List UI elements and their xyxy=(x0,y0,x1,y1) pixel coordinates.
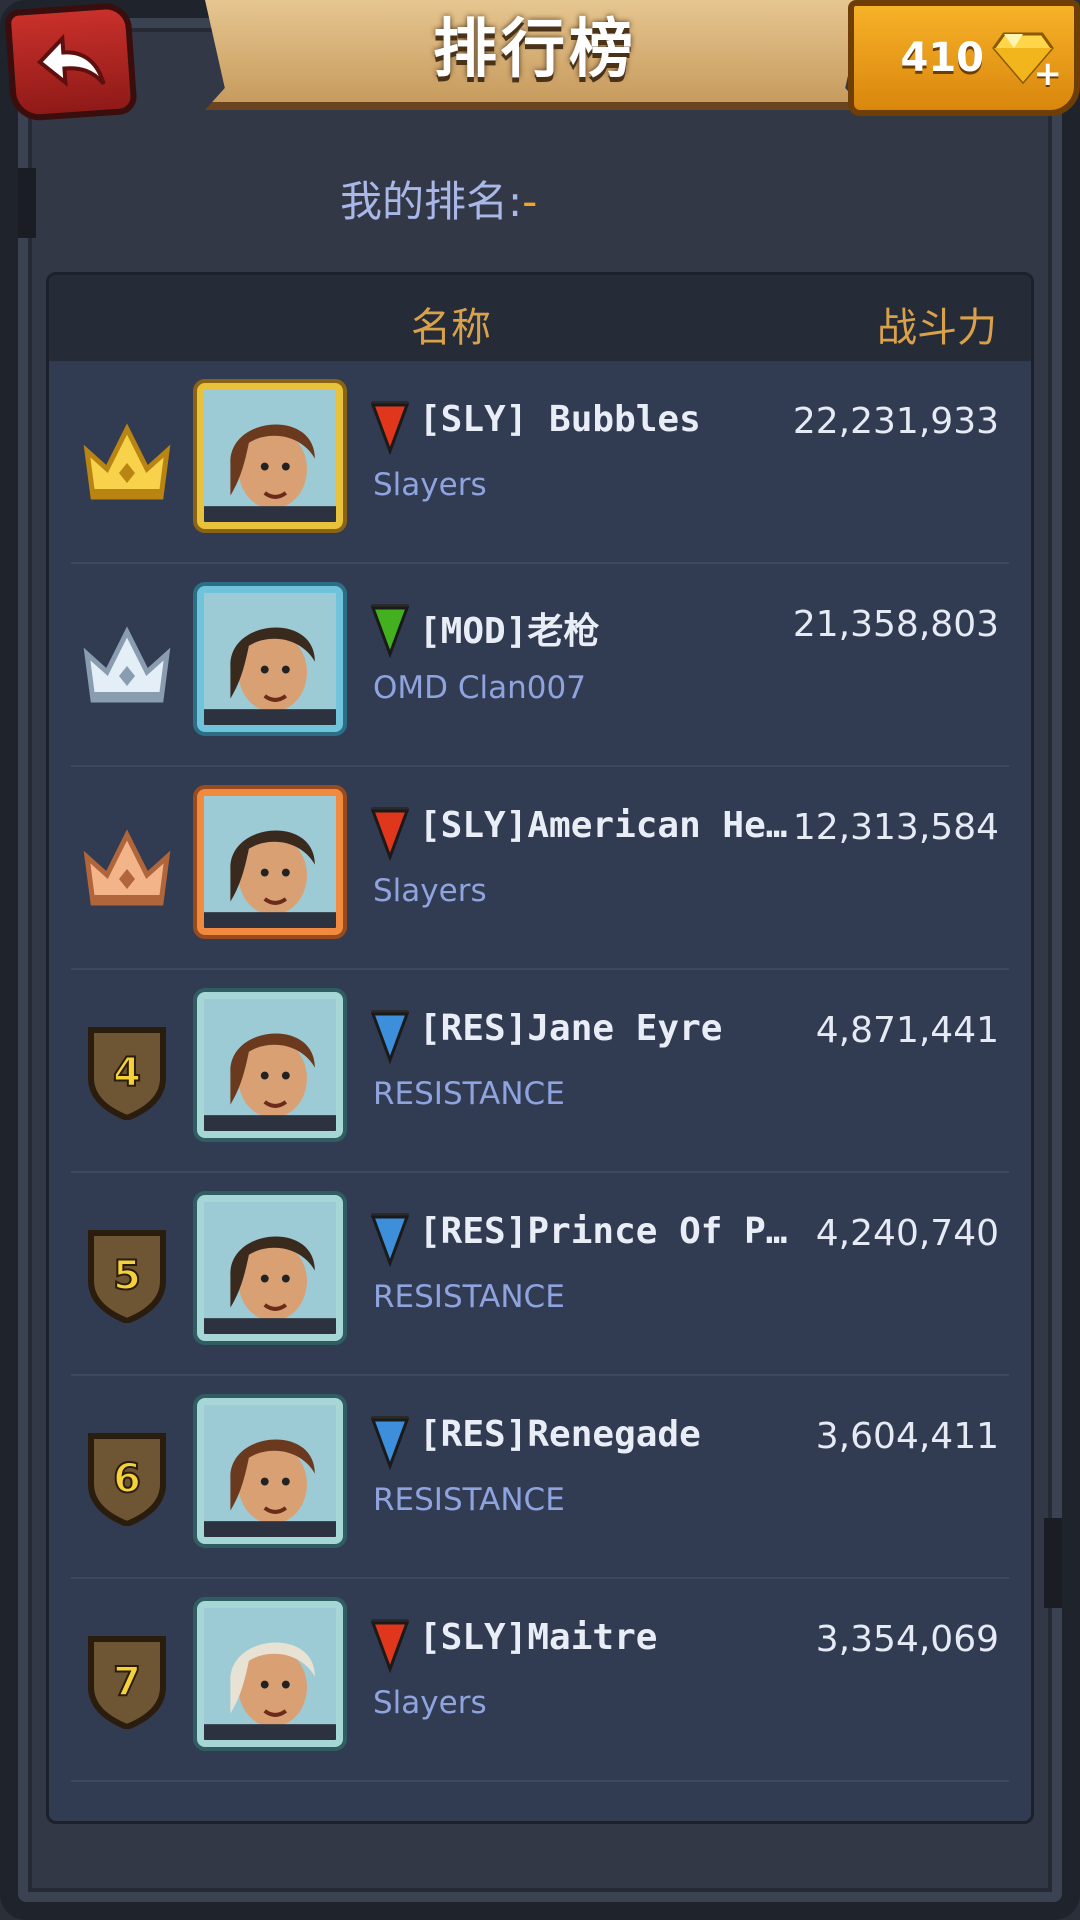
battle-power: 3,604,411 xyxy=(815,1416,999,1457)
guild-flag-icon xyxy=(370,401,410,455)
battle-power: 12,313,584 xyxy=(792,807,999,848)
table-header: 名称 战斗力 xyxy=(49,275,1031,361)
hero-avatar xyxy=(197,789,343,935)
clan-name: Slayers xyxy=(373,873,487,909)
rank-shield-icon: 7 xyxy=(88,1636,166,1729)
clan-name: Slayers xyxy=(373,1685,487,1721)
battle-power: 4,240,740 xyxy=(815,1213,999,1254)
leaderboard-row[interactable]: [SLY] Bubbles Slayers 22,231,933 xyxy=(49,361,1031,564)
leaderboard-row[interactable]: [MOD]老枪 OMD Clan007 21,358,803 xyxy=(49,564,1031,767)
my-rank-label: 我的排名: xyxy=(340,177,523,226)
guild-flag-icon xyxy=(370,1213,410,1267)
clan-name: RESISTANCE xyxy=(373,1482,565,1518)
hero-avatar xyxy=(197,1195,343,1341)
player-name: [RES]Prince Of Pe... xyxy=(419,1211,799,1252)
row-divider xyxy=(71,1780,1009,1782)
battle-power: 22,231,933 xyxy=(792,401,999,442)
column-header-name: 名称 xyxy=(411,305,491,351)
guild-flag-icon xyxy=(370,1416,410,1470)
player-name: [RES]Jane Eyre xyxy=(419,1008,723,1049)
rank-number: 7 xyxy=(113,1659,141,1705)
hero-portrait-icon xyxy=(204,1608,336,1740)
leaderboard-row[interactable]: 4 [RES]Jane Eyre RESISTANCE 4,871,441 xyxy=(49,970,1031,1173)
player-name: [SLY] Bubbles xyxy=(419,399,701,440)
rank-number: 5 xyxy=(113,1253,141,1299)
back-button[interactable] xyxy=(4,1,138,123)
clan-name: RESISTANCE xyxy=(373,1076,565,1112)
hero-portrait-icon xyxy=(204,593,336,725)
rank-shield-icon: 4 xyxy=(88,1027,166,1120)
guild-flag-icon xyxy=(370,807,410,861)
guild-flag-icon xyxy=(370,604,410,658)
battle-power: 21,358,803 xyxy=(792,604,999,645)
hero-portrait-icon xyxy=(204,390,336,522)
player-name: [SLY]Maitre xyxy=(419,1617,658,1658)
leaderboard-row[interactable]: 6 [RES]Renegade RESISTANCE 3,604,411 xyxy=(49,1376,1031,1579)
silver-crown-icon xyxy=(83,626,171,703)
hero-avatar xyxy=(197,1601,343,1747)
back-arrow-icon xyxy=(36,33,106,87)
player-name: [SLY]American Hero xyxy=(419,805,799,846)
gem-count: 410 xyxy=(900,35,985,81)
battle-power: 4,871,441 xyxy=(815,1010,999,1051)
rank-shield-icon: 6 xyxy=(88,1433,166,1526)
gem-counter[interactable]: 410 + xyxy=(848,0,1080,116)
title-banner: 排行榜 xyxy=(205,0,865,110)
hero-avatar xyxy=(197,992,343,1138)
hero-portrait-icon xyxy=(204,1405,336,1537)
clan-name: OMD Clan007 xyxy=(373,670,586,706)
my-rank: 我的排名:- xyxy=(340,168,537,229)
guild-flag-icon xyxy=(370,1010,410,1064)
rank-number: 6 xyxy=(113,1456,141,1502)
rank-shield-icon: 5 xyxy=(88,1230,166,1323)
player-name: [MOD]老枪 xyxy=(419,611,600,652)
leaderboard-row[interactable]: 5 [RES]Prince Of Pe... RESISTANCE 4,240,74… xyxy=(49,1173,1031,1376)
player-name: [RES]Renegade xyxy=(419,1414,701,1455)
add-gems-icon[interactable]: + xyxy=(1034,54,1063,94)
hero-avatar xyxy=(197,383,343,529)
bronze-crown-icon xyxy=(83,829,171,906)
hero-portrait-icon xyxy=(204,796,336,928)
leaderboard-row[interactable]: 7 [SLY]Maitre Slayers 3,354,069 xyxy=(49,1579,1031,1782)
column-header-power: 战斗力 xyxy=(877,305,997,351)
clan-name: Slayers xyxy=(373,467,487,503)
my-rank-value: - xyxy=(522,177,538,226)
battle-power: 3,354,069 xyxy=(815,1619,999,1660)
hero-portrait-icon xyxy=(204,1202,336,1334)
page-title: 排行榜 xyxy=(433,13,637,87)
gold-crown-icon xyxy=(83,423,171,500)
clan-name: RESISTANCE xyxy=(373,1279,565,1315)
hero-avatar xyxy=(197,1398,343,1544)
rank-number: 4 xyxy=(113,1050,141,1096)
leaderboard-panel[interactable]: 名称 战斗力 [SLY] Bubbles Slayers 22,231,933 xyxy=(46,272,1034,1824)
leaderboard-row[interactable]: [SLY]American Hero Slayers 12,313,584 xyxy=(49,767,1031,970)
guild-flag-icon xyxy=(370,1619,410,1673)
hero-portrait-icon xyxy=(204,999,336,1131)
hero-avatar xyxy=(197,586,343,732)
